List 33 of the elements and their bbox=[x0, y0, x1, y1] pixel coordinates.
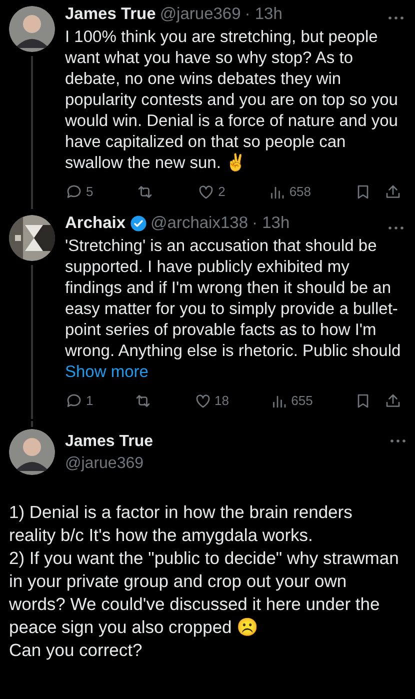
tweet-text: I 100% think you are stretching, but people want what you have so why stop? As to debate, no one wins debates they win popularity contests and you are on top so you would win. Denial is a force of nature and you have capitalized on that so people can swallow the new sun. ✌ bbox=[65, 26, 399, 174]
more-icon[interactable] bbox=[388, 16, 404, 20]
user-name[interactable]: James True bbox=[65, 2, 156, 27]
view-count: 655 bbox=[291, 392, 313, 410]
reply-icon[interactable] bbox=[65, 182, 83, 200]
avatar[interactable] bbox=[9, 215, 55, 262]
user-handle[interactable]: @archaix138 bbox=[150, 211, 248, 236]
reply-icon[interactable] bbox=[65, 392, 83, 410]
reply-count: 1 bbox=[86, 392, 94, 410]
tweet-text: 'Stretching' is an accusation that should be supported. I have publicly exhibited my findings and if I'm wrong then it should be an easy matter for you to simply provide a bullet-point series of provable facts as to how I'm wrong. Anything else is rhetoric. Public should Show more bbox=[65, 236, 402, 383]
timestamp[interactable]: · 13h bbox=[244, 2, 282, 27]
user-name[interactable]: James True bbox=[65, 430, 154, 452]
show-more-link[interactable]: Show more bbox=[65, 363, 148, 381]
user-handle[interactable]: @jarue369 bbox=[65, 452, 154, 474]
user-name[interactable]: Archaix bbox=[65, 211, 126, 236]
share-icon[interactable] bbox=[384, 182, 402, 200]
view-count: 658 bbox=[289, 182, 312, 201]
verified-badge-icon bbox=[130, 215, 147, 232]
user-handle[interactable]: @jarue369 bbox=[160, 2, 241, 27]
more-icon[interactable] bbox=[388, 226, 404, 230]
tweet-text: 2) If you want the "public to decide" why strawman in your private group and crop out your own words? We could've discussed it here under the peace sign you also cropped ☹ bbox=[9, 546, 400, 638]
heart-icon[interactable] bbox=[197, 182, 216, 200]
timestamp[interactable]: · 13h bbox=[252, 211, 290, 236]
like-count: 2 bbox=[218, 182, 226, 201]
avatar[interactable] bbox=[9, 6, 55, 52]
reply-count: 5 bbox=[86, 182, 94, 201]
share-icon[interactable] bbox=[384, 392, 402, 410]
tweet-text: 1) Denial is a factor in how the brain renders reality b/c It's how the amygdala works. bbox=[9, 500, 354, 546]
heart-icon[interactable] bbox=[194, 392, 212, 410]
like-count: 18 bbox=[214, 392, 229, 410]
avatar[interactable] bbox=[9, 428, 55, 474]
more-icon[interactable] bbox=[390, 438, 406, 442]
tweet-text: Can you correct? bbox=[9, 638, 144, 662]
